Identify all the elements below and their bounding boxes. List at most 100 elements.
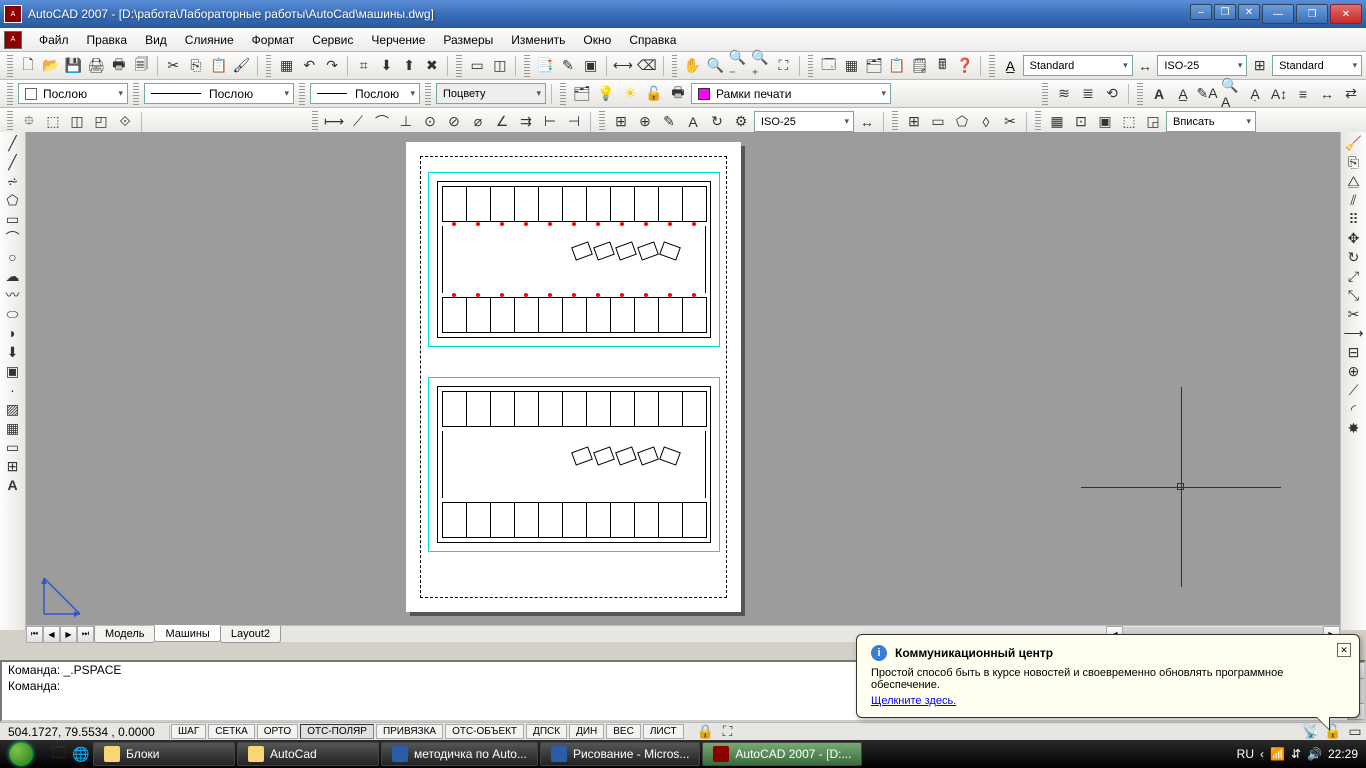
3d-button[interactable]: ▣: [1094, 111, 1116, 133]
spell-button[interactable]: Ạ: [1244, 83, 1266, 105]
menu-edit[interactable]: Правка: [78, 30, 137, 50]
toolbar-grip[interactable]: [672, 55, 678, 77]
tab-prev-button[interactable]: ◀: [43, 626, 60, 643]
dimstyle-icon[interactable]: ↔: [1135, 55, 1156, 77]
region-button[interactable]: ◫: [490, 55, 511, 77]
paper-toggle[interactable]: ЛИСТ: [643, 724, 684, 739]
vpscale-select[interactable]: Вписать: [1166, 111, 1256, 132]
vports-clip-button[interactable]: ✂: [999, 111, 1021, 133]
menu-help[interactable]: Справка: [620, 30, 685, 50]
tab-first-button[interactable]: ⏮: [26, 626, 43, 643]
dim-angular-button[interactable]: ∠: [491, 111, 513, 133]
linetype-select[interactable]: Послою: [144, 83, 294, 104]
stretch-button[interactable]: ⤡: [1343, 286, 1365, 304]
save-button[interactable]: [63, 55, 84, 77]
chamfer-button[interactable]: ⟋: [1343, 381, 1365, 399]
center-mark-button[interactable]: ⊕: [634, 111, 656, 133]
language-indicator[interactable]: RU: [1237, 747, 1254, 761]
toolbar-grip[interactable]: [1035, 111, 1041, 133]
toolbar-grip[interactable]: [312, 111, 318, 133]
ducs-toggle[interactable]: ДПСК: [526, 724, 567, 739]
tool-palette-button[interactable]: 🗂: [864, 55, 885, 77]
properties-button[interactable]: 🗔: [818, 55, 839, 77]
quick-launch-icon2[interactable]: 🌐: [70, 743, 92, 765]
layer-freeze-icon[interactable]: ☀: [619, 83, 641, 105]
dim-radius-button[interactable]: ⊙: [419, 111, 441, 133]
copy-button[interactable]: [186, 55, 207, 77]
toolbar-grip[interactable]: [892, 111, 898, 133]
balloon-link[interactable]: Щелкните здесь.: [871, 695, 1345, 707]
coordinates-display[interactable]: 504.1727, 79.5534 , 0.0000: [0, 725, 170, 739]
qcalc-button[interactable]: ▣: [580, 55, 601, 77]
named-views-button[interactable]: ▦: [1046, 111, 1068, 133]
close-button[interactable]: ✕: [1330, 4, 1362, 24]
region-button[interactable]: ▭: [2, 438, 24, 456]
rotate-button[interactable]: ↻: [1343, 248, 1365, 266]
circle-button[interactable]: ○: [2, 248, 24, 266]
walk-button[interactable]: ◲: [1142, 111, 1164, 133]
spline-button[interactable]: 〰: [2, 286, 24, 304]
extend-button[interactable]: ⟶: [1343, 324, 1365, 342]
dimstyle-mgr-button[interactable]: ↔: [856, 111, 878, 133]
open-button[interactable]: [40, 55, 61, 77]
quick-launch-icon[interactable]: 🗔: [48, 743, 70, 765]
layer-plot-icon[interactable]: 🖶: [667, 83, 689, 105]
hatch-button[interactable]: ▨: [2, 400, 24, 418]
filter-button[interactable]: ⟐: [114, 111, 136, 133]
mtext-button2[interactable]: A: [2, 476, 24, 494]
camera-button[interactable]: ⬚: [1118, 111, 1140, 133]
dim-jog-button[interactable]: ⊘: [443, 111, 465, 133]
edit-text-button[interactable]: ✎A: [1196, 83, 1218, 105]
doc-close-button[interactable]: ✕: [1238, 4, 1260, 20]
pline-button[interactable]: ⩫: [2, 172, 24, 190]
publish-button[interactable]: 🗐: [131, 55, 152, 77]
toolbar-grip[interactable]: [425, 83, 431, 105]
vports-button[interactable]: ⊞: [903, 111, 925, 133]
tablestyle-icon[interactable]: ⊞: [1249, 55, 1270, 77]
toolbar-grip[interactable]: [456, 55, 462, 77]
menu-file[interactable]: Файл: [30, 30, 78, 50]
balloon-close-button[interactable]: ✕: [1337, 643, 1351, 657]
layermatch-button[interactable]: ≣: [1077, 83, 1099, 105]
scale-button[interactable]: ⤢: [1343, 267, 1365, 285]
refedit-button[interactable]: ⌗: [353, 55, 374, 77]
start-button[interactable]: [0, 740, 42, 768]
dim-linear-button[interactable]: ⟼: [323, 111, 345, 133]
toolbar-grip[interactable]: [266, 55, 272, 77]
break-button[interactable]: ⊟: [1343, 343, 1365, 361]
ortho-toggle[interactable]: ОРТО: [257, 724, 298, 739]
point-button[interactable]: ·: [2, 381, 24, 399]
save-back-button[interactable]: ⬇: [376, 55, 397, 77]
menu-modify[interactable]: Изменить: [502, 30, 574, 50]
wblock-button[interactable]: ⬚: [42, 111, 64, 133]
dim-baseline-button[interactable]: ⊢: [539, 111, 561, 133]
toolbar-grip[interactable]: [808, 55, 814, 77]
plot-button[interactable]: [86, 55, 107, 77]
group-button[interactable]: ◫: [66, 111, 88, 133]
close-ref-button[interactable]: ⬆: [399, 55, 420, 77]
drawing-area[interactable]: [26, 132, 1340, 630]
arc-button[interactable]: ⌒: [2, 229, 24, 247]
find-button[interactable]: 🔍A: [1220, 83, 1242, 105]
qdim-button[interactable]: ⇉: [515, 111, 537, 133]
markup-mgr-button[interactable]: 🗒: [909, 55, 930, 77]
color-select[interactable]: Послою: [18, 83, 128, 104]
toolbar-grip[interactable]: [133, 83, 139, 105]
mtext-button[interactable]: A: [1148, 83, 1170, 105]
zoom-rt-button[interactable]: [705, 55, 726, 77]
tab-layout1[interactable]: Машины: [154, 625, 220, 642]
polygon-button[interactable]: ⬠: [2, 191, 24, 209]
erase-button2[interactable]: 🧹: [1343, 134, 1365, 152]
block-editor-button[interactable]: ▦: [276, 55, 297, 77]
undo-button[interactable]: [299, 55, 320, 77]
convert-button[interactable]: ⇄: [1340, 83, 1362, 105]
dim-diameter-button[interactable]: ⌀: [467, 111, 489, 133]
view-mgr-button[interactable]: ⊡: [1070, 111, 1092, 133]
layer-mgr-button[interactable]: 🗂: [571, 83, 593, 105]
toolbar-grip[interactable]: [299, 83, 305, 105]
revcloud-button[interactable]: ☁: [2, 267, 24, 285]
mirror-button[interactable]: ⧋: [1343, 172, 1365, 190]
taskbar-app-word1[interactable]: методичка по Auto...: [381, 742, 538, 766]
vports-poly-button[interactable]: ⬠: [951, 111, 973, 133]
copy-button2[interactable]: ⎘: [1343, 153, 1365, 171]
